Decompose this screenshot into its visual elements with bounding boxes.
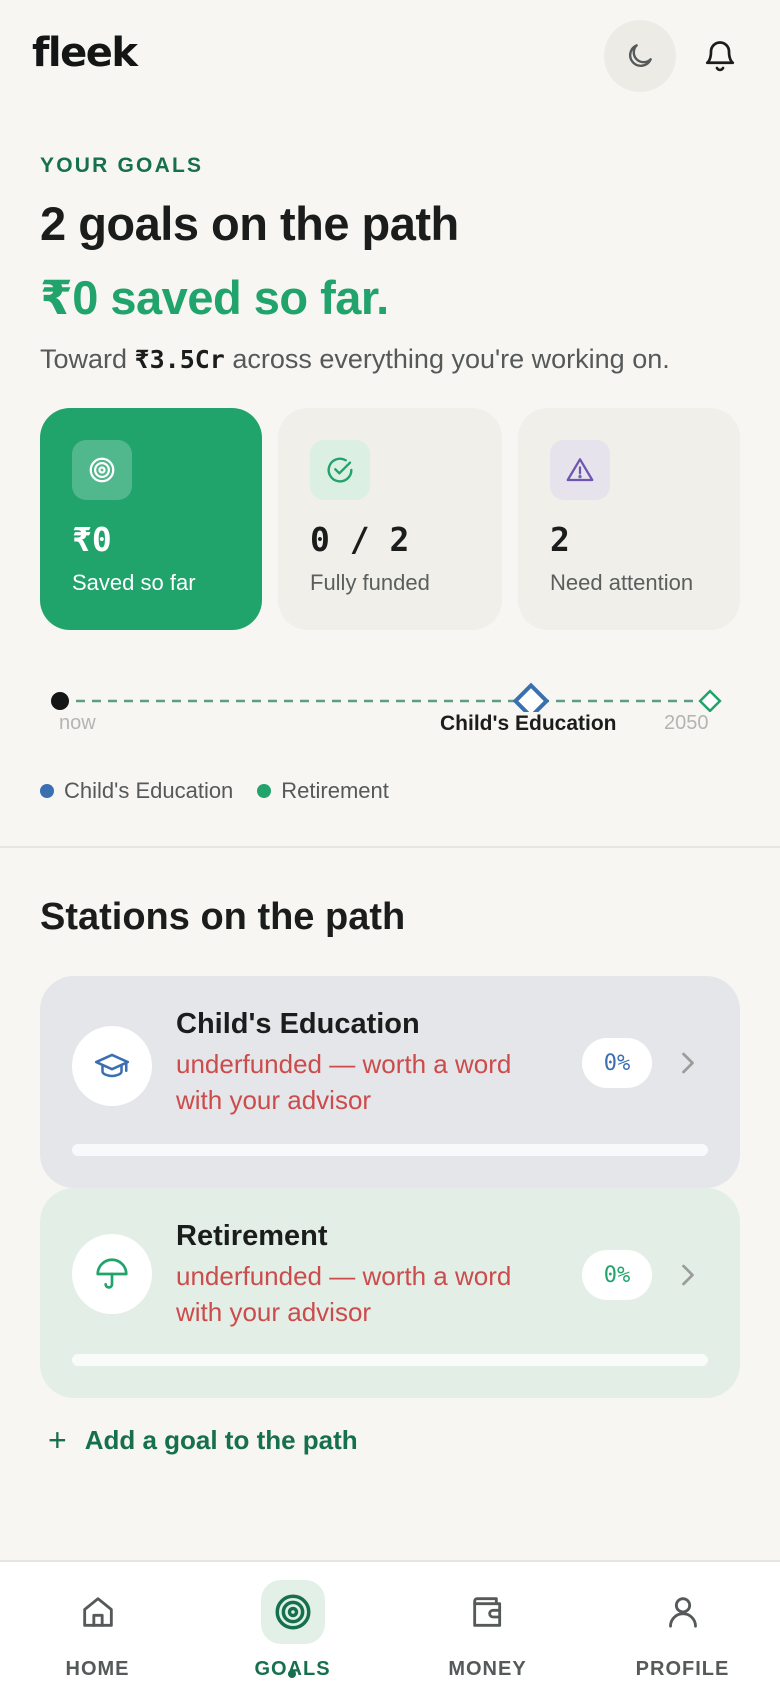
stat-label: Fully funded <box>310 570 430 595</box>
target-icon <box>261 1580 325 1644</box>
saved-summary: ₹0 saved so far. <box>40 271 389 324</box>
goals-timeline: now Child's Education 2050 <box>0 672 780 742</box>
target-prefix: Toward <box>40 344 135 374</box>
legend-item: Child's Education <box>40 778 233 804</box>
stat-card-attention: 2 Need attention <box>518 408 740 630</box>
theme-toggle-button[interactable] <box>604 20 676 92</box>
nav-money[interactable]: MONEY <box>390 1562 585 1688</box>
stat-label: Need attention <box>550 570 694 595</box>
goal-percent-badge: 0% <box>582 1038 652 1088</box>
nav-label: PROFILE <box>635 1658 730 1680</box>
check-circle-icon <box>310 440 370 500</box>
section-divider <box>0 846 780 848</box>
legend-dot <box>257 784 272 798</box>
graduation-cap-icon <box>72 1026 152 1106</box>
goals-screen: fleek YOUR GOALS 2 goals on the path ₹0 … <box>0 0 780 1688</box>
nav-home[interactable]: HOME <box>0 1562 195 1688</box>
notifications-button[interactable] <box>692 20 748 92</box>
nav-profile[interactable]: PROFILE <box>585 1562 780 1688</box>
stat-value: 0 / 2 <box>310 520 410 559</box>
timeline-start-marker <box>51 692 69 710</box>
target-suffix: across everything you're working on. <box>224 344 670 374</box>
user-icon <box>651 1580 715 1644</box>
app-logo: fleek <box>32 30 138 76</box>
goal-percent-badge: 0% <box>582 1250 652 1300</box>
goal-card-education[interactable]: Child's Education underfunded — worth a … <box>40 976 740 1188</box>
chevron-right-icon <box>676 1260 700 1290</box>
target-amount: ₹3.5Cr <box>134 345 225 374</box>
umbrella-icon <box>72 1234 152 1314</box>
chevron-right-icon <box>676 1048 700 1078</box>
home-icon <box>66 1580 130 1644</box>
goal-status: underfunded — worth a word with your adv… <box>176 1261 512 1327</box>
legend-label: Retirement <box>281 778 389 803</box>
nav-label: MONEY <box>448 1658 527 1680</box>
bell-icon <box>705 41 735 72</box>
warning-icon <box>550 440 610 500</box>
stat-value: ₹0 <box>72 520 112 559</box>
section-eyebrow: YOUR GOALS <box>40 154 204 177</box>
target-icon <box>72 440 132 500</box>
timeline-track <box>51 682 722 712</box>
goal-progress-track <box>72 1354 708 1366</box>
stations-title: Stations on the path <box>40 896 406 938</box>
goal-name: Retirement <box>176 1220 328 1252</box>
legend-dot <box>40 784 54 798</box>
timeline-goal-marker-education <box>512 682 550 712</box>
goal-progress-track <box>72 1144 708 1156</box>
timeline-legend: Child's Education Retirement <box>40 778 389 804</box>
timeline-goal-label: Child's Education <box>440 712 617 735</box>
page-title: 2 goals on the path <box>40 197 459 250</box>
stat-card-funded: 0 / 2 Fully funded <box>278 408 502 630</box>
goal-status: underfunded — worth a word with your adv… <box>176 1049 512 1115</box>
bottom-nav: HOME GOALS MONEY PROFILE <box>0 1560 780 1688</box>
nav-goals[interactable]: GOALS <box>195 1562 390 1688</box>
stat-card-saved: ₹0 Saved so far <box>40 408 262 630</box>
moon-icon <box>629 44 652 67</box>
timeline-goal-marker-retirement <box>698 689 722 712</box>
goal-name: Child's Education <box>176 1008 420 1040</box>
add-goal-label: Add a goal to the path <box>84 1424 358 1455</box>
legend-label: Child's Education <box>64 778 234 803</box>
wallet-icon <box>456 1580 520 1644</box>
nav-active-dot <box>288 1670 296 1678</box>
stat-value: 2 <box>550 520 570 559</box>
timeline-start-label: now <box>59 712 96 734</box>
timeline-end-label: 2050 <box>664 712 709 734</box>
stat-label: Saved so far <box>72 570 196 595</box>
add-goal-button[interactable]: + Add a goal to the path <box>48 1424 358 1456</box>
legend-item: Retirement <box>257 778 389 804</box>
plus-icon: + <box>48 1422 67 1458</box>
nav-label: HOME <box>65 1658 130 1680</box>
goal-card-retirement[interactable]: Retirement underfunded — worth a word wi… <box>40 1188 740 1398</box>
target-summary: Toward ₹3.5Cr across everything you're w… <box>40 344 670 375</box>
